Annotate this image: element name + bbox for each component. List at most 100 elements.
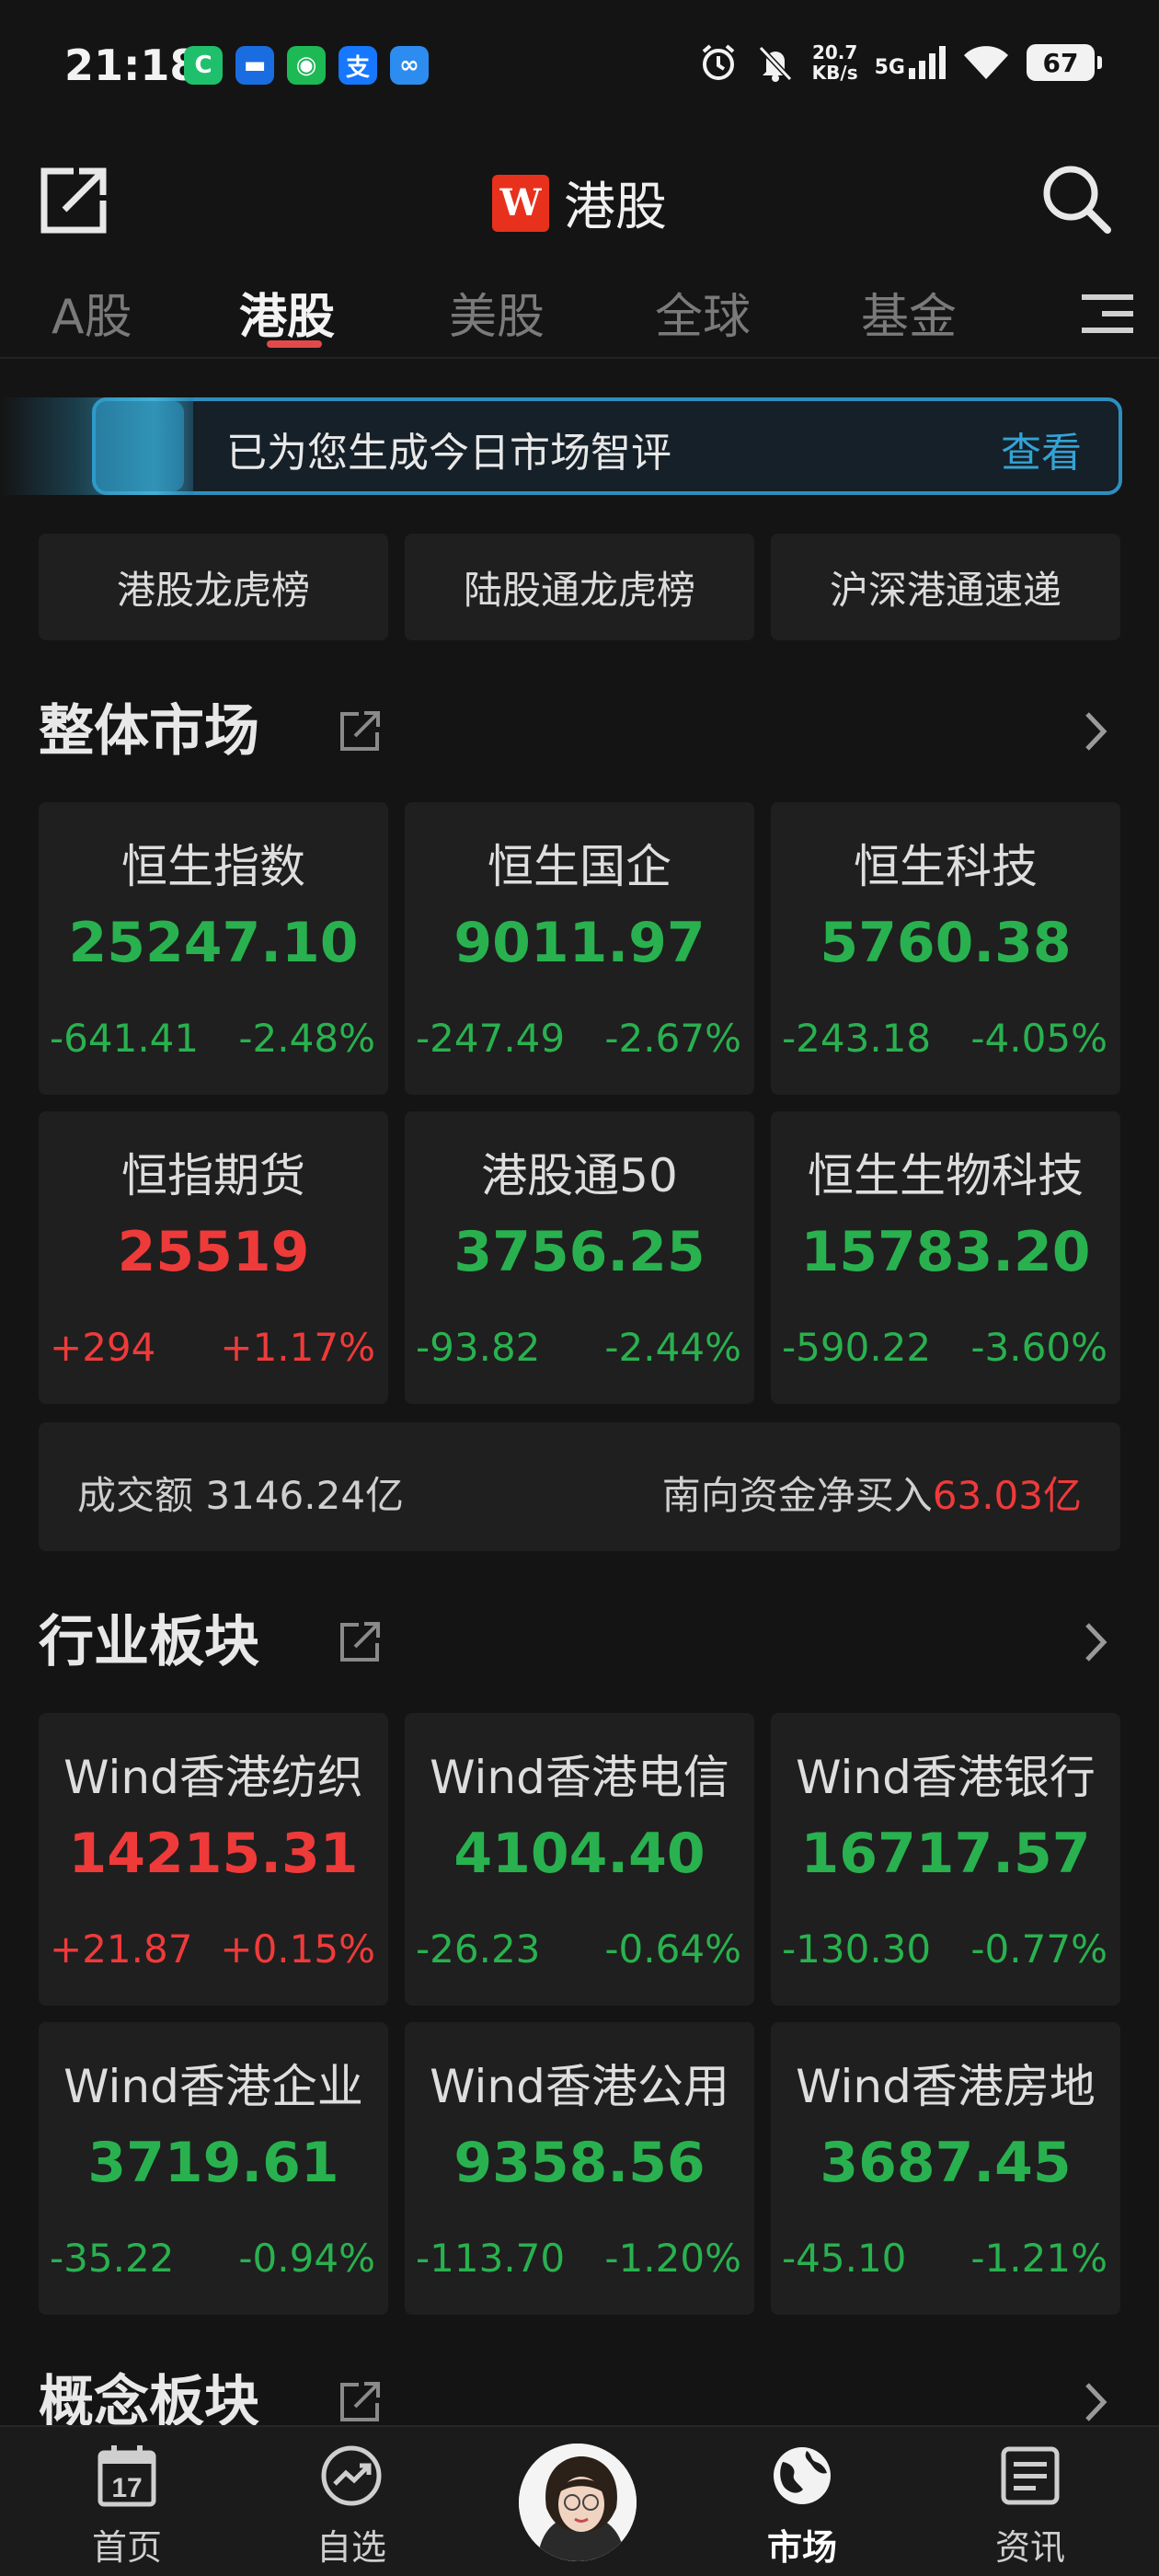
southbound-value: 63.03亿 (932, 1473, 1082, 1518)
wind-logo: W (492, 174, 549, 232)
card-name: Wind香港银行 (796, 1751, 1096, 1804)
nav-home[interactable]: 17 首页 (44, 2427, 210, 2576)
signal-icon (909, 46, 946, 79)
card-change-percent: -2.48% (238, 1016, 375, 1061)
card-name: 恒生国企 (488, 840, 671, 893)
quick-link-northbound-dragon-tiger[interactable]: 陆股通龙虎榜 (405, 534, 754, 640)
notification-app-icons: C ▬ ◉ 支 ∞ (184, 46, 429, 85)
card-change: +294 (50, 1325, 156, 1370)
chevron-right-icon[interactable] (1080, 1619, 1111, 1665)
card-value: 16717.57 (800, 1822, 1091, 1886)
net-speed-unit: KB/s (811, 62, 858, 84)
turnover-info: 成交额 3146.24亿 (77, 1465, 404, 1521)
turnover-bar: 成交额 3146.24亿 南向资金净买入63.03亿 (39, 1422, 1120, 1551)
card-value: 15783.20 (800, 1220, 1091, 1284)
card-value: 4104.40 (453, 1822, 706, 1886)
card-change-percent: -2.44% (604, 1325, 741, 1370)
card-name: 港股通50 (481, 1149, 678, 1202)
index-card[interactable]: 恒生科技 5760.38 -243.18 -4.05% (771, 802, 1120, 1095)
section-share-icon[interactable] (339, 1619, 383, 1663)
card-change: -35.22 (50, 2236, 175, 2281)
card-change-percent: -0.64% (604, 1926, 741, 1972)
industry-card[interactable]: Wind香港企业 3719.61 -35.22 -0.94% (39, 2022, 388, 2315)
card-name: Wind香港房地 (796, 2060, 1096, 2113)
chevron-right-icon[interactable] (1080, 708, 1111, 754)
card-change-percent: +0.15% (220, 1926, 375, 1972)
nav-news-label: 资讯 (994, 2527, 1065, 2568)
quick-link-hk-dragon-tiger[interactable]: 港股龙虎榜 (39, 534, 388, 640)
card-value: 9011.97 (453, 911, 706, 975)
index-card[interactable]: 港股通50 3756.25 -93.82 -2.44% (405, 1111, 754, 1404)
mute-icon (758, 45, 792, 82)
nav-home-label: 首页 (91, 2527, 162, 2568)
section-share-icon[interactable] (339, 708, 383, 753)
chevron-right-icon[interactable] (1080, 2379, 1111, 2425)
nav-watchlist[interactable]: 自选 (269, 2427, 434, 2576)
turnover-label: 成交额 (77, 1473, 194, 1518)
southbound-info: 南向资金净买入63.03亿 (662, 1465, 1082, 1521)
section-title-overall-market: 整体市场 (39, 699, 259, 764)
globe-icon (774, 2447, 831, 2504)
tab-hk-stock[interactable]: 港股 (239, 278, 335, 347)
industry-card[interactable]: Wind香港纺织 14215.31 +21.87 +0.15% (39, 1713, 388, 2006)
section-title-industry: 行业板块 (39, 1610, 259, 1674)
card-change-percent: -4.05% (970, 1016, 1107, 1061)
card-change: -26.23 (416, 1926, 541, 1972)
cell-signal: 5G (875, 46, 946, 79)
card-name: Wind香港电信 (430, 1751, 729, 1804)
menu-icon[interactable] (1082, 291, 1133, 337)
wechat-icon: ◉ (287, 46, 326, 85)
card-value: 3719.61 (87, 2131, 339, 2195)
card-value: 25247.10 (68, 911, 359, 975)
market-tabs: A股 港股 美股 全球 基金 (0, 267, 1159, 359)
section-share-icon[interactable] (339, 2379, 383, 2423)
nav-watchlist-label: 自选 (316, 2527, 386, 2568)
battery-indicator: 67 (1027, 44, 1102, 81)
card-value: 14215.31 (68, 1822, 359, 1886)
industry-card[interactable]: Wind香港银行 16717.57 -130.30 -0.77% (771, 1713, 1120, 2006)
nav-market[interactable]: 市场 (719, 2427, 885, 2576)
industry-card[interactable]: Wind香港房地 3687.45 -45.10 -1.21% (771, 2022, 1120, 2315)
assistant-avatar[interactable] (515, 2440, 640, 2565)
turnover-value: 3146.24亿 (205, 1473, 405, 1518)
ai-review-banner[interactable]: 已为您生成今日市场智评 查看 (0, 397, 1122, 495)
tab-a-share[interactable]: A股 (52, 278, 132, 347)
card-change-percent: -3.60% (970, 1325, 1107, 1370)
wallet-app-icon: ▬ (235, 46, 274, 85)
industry-card[interactable]: Wind香港电信 4104.40 -26.23 -0.64% (405, 1713, 754, 2006)
card-change: -243.18 (782, 1016, 932, 1061)
card-name: Wind香港企业 (63, 2060, 363, 2113)
card-change: -45.10 (782, 2236, 907, 2281)
index-card[interactable]: 恒生国企 9011.97 -247.49 -2.67% (405, 802, 754, 1095)
card-change-percent: -1.21% (970, 2236, 1107, 2281)
index-card[interactable]: 恒生生物科技 15783.20 -590.22 -3.60% (771, 1111, 1120, 1404)
index-card[interactable]: 恒生指数 25247.10 -641.41 -2.48% (39, 802, 388, 1095)
card-change-percent: +1.17% (220, 1325, 375, 1370)
tab-us-stock[interactable]: 美股 (449, 278, 545, 347)
tab-global[interactable]: 全球 (655, 278, 751, 347)
calendar-day: 17 (111, 2473, 142, 2503)
index-card[interactable]: 恒指期货 25519 +294 +1.17% (39, 1111, 388, 1404)
card-name: 恒生科技 (854, 840, 1038, 893)
status-time: 21:18 (64, 40, 200, 90)
page-title-group: W 港股 (0, 166, 1159, 240)
trend-icon (321, 2445, 382, 2506)
card-change: -113.70 (416, 2236, 566, 2281)
active-tab-indicator (267, 340, 322, 348)
wifi-icon (964, 46, 1008, 79)
page-title: 港股 (564, 178, 667, 237)
status-indicators: 20.7 KB/s 5G 67 (698, 42, 1102, 83)
banner-light-icon (92, 401, 184, 491)
nav-market-label: 市场 (766, 2527, 837, 2568)
quick-link-connect-express[interactable]: 沪深港通速递 (771, 534, 1120, 640)
status-bar: 21:18 C ▬ ◉ 支 ∞ 20.7 KB/s 5G 67 (0, 0, 1159, 138)
industry-card[interactable]: Wind香港公用 9358.56 -113.70 -1.20% (405, 2022, 754, 2315)
net-speed: 20.7 KB/s (812, 42, 858, 83)
tab-fund[interactable]: 基金 (861, 278, 957, 347)
network-type: 5G (874, 56, 905, 79)
banner-text: 已为您生成今日市场智评 (226, 430, 671, 477)
top-nav: W 港股 (0, 147, 1159, 239)
banner-view-link[interactable]: 查看 (1001, 420, 1082, 478)
nav-news[interactable]: 资讯 (947, 2427, 1113, 2576)
search-icon[interactable] (1038, 160, 1115, 237)
